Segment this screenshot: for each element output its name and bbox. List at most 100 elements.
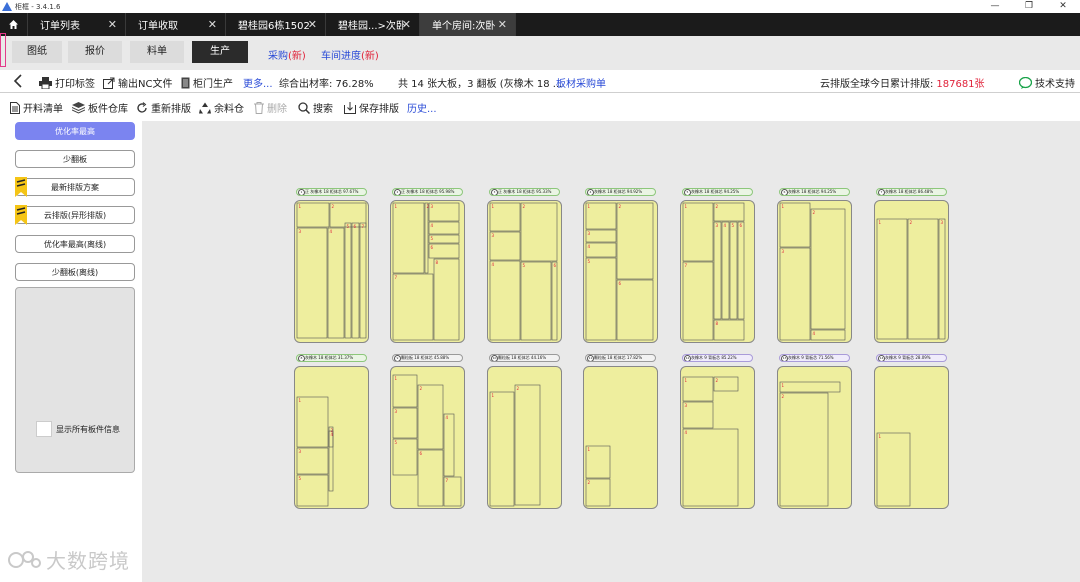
cut-part — [296, 202, 330, 228]
tab-order-list[interactable]: 订单列表 ✕ — [28, 13, 126, 36]
part-number: 5 — [588, 259, 591, 264]
more-link[interactable]: 更多... — [243, 75, 273, 90]
part-number: 3 — [685, 403, 688, 408]
tab-single-room[interactable]: 单个房间:次卧 ✕ — [420, 13, 516, 36]
board-number-badge: 11 — [587, 355, 594, 361]
close-icon[interactable]: ✕ — [402, 18, 411, 31]
board-sheet[interactable]: 1 2 3 4 — [777, 200, 852, 343]
workshop-progress-link[interactable]: 车间进度(新) — [321, 47, 379, 62]
board-number-badge: 9 — [394, 355, 401, 361]
board-sheet[interactable]: 1234567 — [294, 200, 369, 343]
board-sheet[interactable]: 12345678 — [680, 200, 755, 343]
app-logo-icon — [2, 2, 12, 11]
board-sheet[interactable]: 1 — [874, 366, 949, 509]
cut-part — [585, 229, 617, 243]
board-sheet[interactable]: 1 2 3 — [874, 200, 949, 343]
cut-list-button[interactable]: 开料清单 — [10, 100, 63, 115]
cut-part — [810, 329, 846, 341]
close-icon[interactable]: ✕ — [208, 18, 217, 31]
board-number-badge: 2 — [394, 189, 401, 195]
show-all-checkbox[interactable] — [36, 421, 52, 437]
trash-icon — [254, 101, 264, 114]
tab-drawings[interactable]: 图纸 — [12, 41, 62, 63]
tab-materials[interactable]: 料单 — [130, 41, 184, 63]
show-all-panel-info[interactable]: 显示所有板件信息 — [36, 421, 120, 437]
part-number: 4 — [492, 262, 495, 267]
purchase-link[interactable]: 采购(新) — [268, 47, 306, 62]
board-number-badge: 6 — [781, 189, 788, 195]
part-number: 1 — [588, 447, 591, 452]
part-number: 1 — [879, 220, 882, 225]
cut-part — [729, 221, 738, 320]
board-header-label: 正 灰橡木 18 柜体芯 95.33% — [498, 189, 552, 194]
panel-warehouse-button[interactable]: 板件仓库 — [72, 100, 128, 115]
export-nc-button[interactable]: 输出NC文件 — [103, 75, 172, 90]
board-sheet[interactable]: 12 — [583, 366, 658, 509]
part-number: 1 — [782, 383, 785, 388]
board-sheet[interactable]: 12 — [777, 366, 852, 509]
tab-project[interactable]: 碧桂园6栋1502 ✕ — [226, 13, 326, 36]
save-layout-button[interactable]: 保存排版 — [344, 100, 399, 115]
cut-part — [551, 261, 558, 341]
part-number: 3 — [395, 409, 398, 414]
new-ribbon-icon — [15, 177, 27, 197]
part-number: 7 — [395, 275, 398, 280]
board-sheet[interactable]: 1 2 3 4 5 6 — [487, 200, 562, 343]
board-sheet[interactable]: 1 2 3 4 5 6 — [583, 200, 658, 343]
part-number: 3 — [716, 223, 719, 228]
leftover-warehouse-button[interactable]: 余料仓 — [199, 100, 244, 115]
cut-part — [489, 231, 521, 261]
option-best-yield[interactable]: 优化率最高 — [15, 122, 135, 140]
tab-production[interactable]: 生产 — [192, 41, 248, 63]
option-best-yield-offline[interactable]: 优化率最高(离线) — [15, 235, 135, 253]
close-icon[interactable]: ✕ — [308, 18, 317, 31]
option-fewer-flips[interactable]: 少翻板 — [15, 150, 135, 168]
part-number: 2 — [716, 204, 719, 209]
board-sheet[interactable]: 12345 — [294, 366, 369, 509]
board-sheet[interactable]: 12 — [487, 366, 562, 509]
part-number: 6 — [420, 451, 423, 456]
tab-room-path[interactable]: 碧桂园...>次卧 ✕ — [326, 13, 420, 36]
sub-nav: 图纸 报价 料单 生产 采购(新) 车间进度(新) — [0, 36, 1080, 70]
close-icon[interactable]: ✕ — [498, 18, 507, 31]
part-number: 2 — [420, 386, 423, 391]
print-label-button[interactable]: 打印标签 — [39, 75, 95, 90]
board-header-label: 灰橡木 9 背板芯 71.56% — [788, 355, 834, 360]
board-header-label: 正 灰橡木 18 柜体芯 95.98% — [401, 189, 455, 194]
close-window-button[interactable]: ✕ — [1046, 0, 1080, 13]
cut-part — [424, 202, 429, 274]
board-sheet[interactable]: 1234567 — [390, 366, 465, 509]
board-number-badge: 4 — [587, 189, 594, 195]
close-icon[interactable]: ✕ — [108, 18, 117, 31]
tech-support-button[interactable]: 技术支持 — [1019, 75, 1075, 90]
board-sheet[interactable]: 1 2 3 4 — [680, 366, 755, 509]
save-icon — [344, 101, 356, 114]
board-header-label: 颗粒板 18 柜体芯 44.16% — [498, 355, 547, 360]
part-number: 4 — [330, 229, 333, 234]
option-fewer-flips-offline[interactable]: 少翻板(离线) — [15, 263, 135, 281]
purchase-sheet-link[interactable]: 板材采购单 — [556, 75, 606, 90]
tab-quote[interactable]: 报价 — [68, 41, 122, 63]
maximize-button[interactable]: ❐ — [1012, 0, 1046, 13]
back-arrow-icon[interactable] — [13, 74, 23, 88]
cut-part — [296, 474, 329, 507]
search-button[interactable]: 搜索 — [298, 100, 333, 115]
board-header-label: 颗粒板 18 柜体芯 17.82% — [594, 355, 643, 360]
part-number: 2 — [332, 204, 335, 209]
option-cloud-layout[interactable]: 云排版(异形排版) — [15, 205, 135, 225]
board-summary: 共 14 张大板，3 翻板 (灰橡木 18 ... — [398, 79, 563, 90]
delete-button[interactable]: 删除 — [254, 100, 287, 115]
rearrange-button[interactable]: 重新排版 — [136, 100, 191, 115]
board-sheet[interactable]: 12345678 — [390, 200, 465, 343]
option-latest-plan[interactable]: 最新排版方案 — [15, 177, 135, 197]
door-production-button[interactable]: 柜门生产 — [181, 75, 233, 90]
cut-part — [876, 432, 911, 507]
board-parts-diagram: 1 2 3 4 5 6 — [585, 202, 654, 341]
part-number: 1 — [588, 204, 591, 209]
board-parts-diagram: 1 2 3 4 — [682, 376, 739, 507]
minimize-button[interactable]: — — [978, 0, 1012, 13]
part-number: 5 — [431, 236, 434, 241]
part-number: 2 — [716, 378, 719, 383]
tab-order-receive[interactable]: 订单收取 ✕ — [126, 13, 226, 36]
history-link[interactable]: 历史... — [407, 100, 437, 115]
